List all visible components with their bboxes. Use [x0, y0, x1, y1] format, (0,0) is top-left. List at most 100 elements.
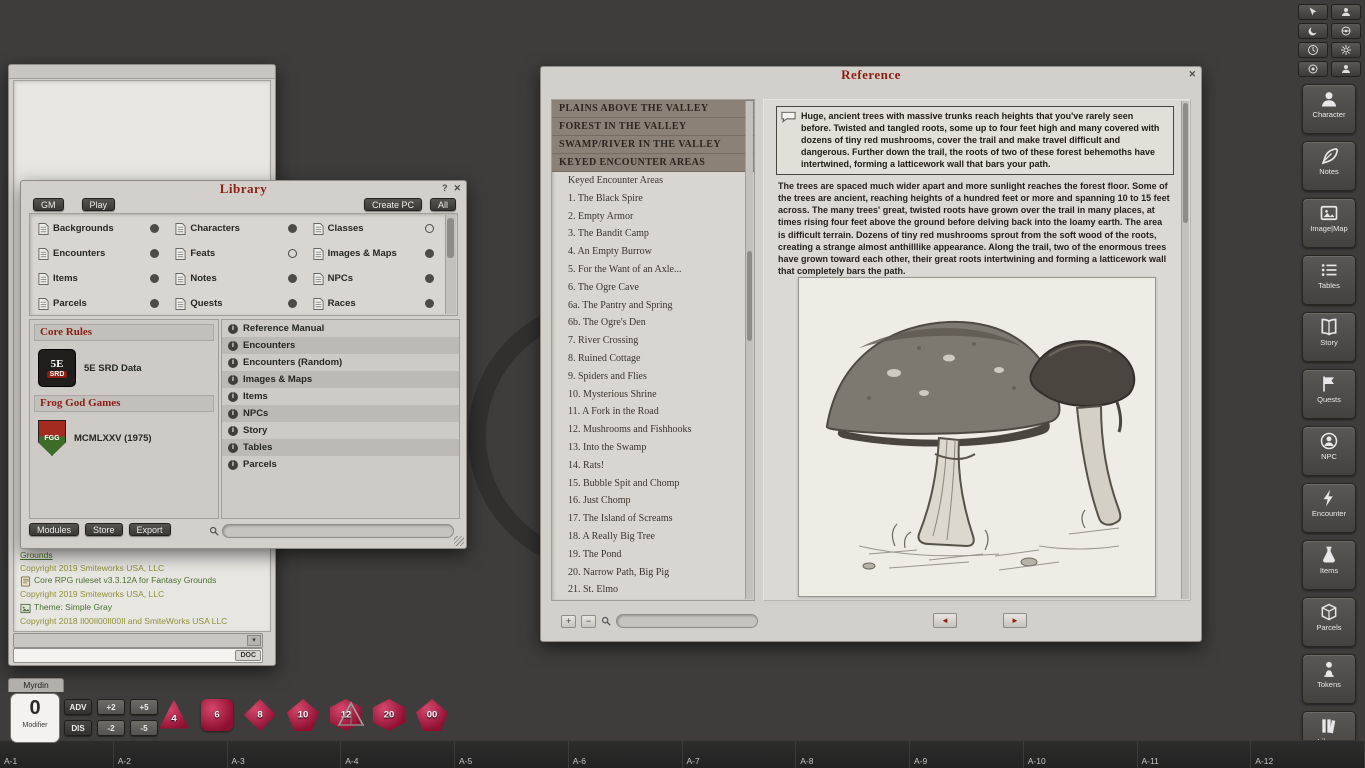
- reference-entry-link[interactable]: 6a. The Pantry and Spring: [552, 297, 754, 315]
- reference-chapter[interactable]: PLAINS ABOVE THE VALLEY: [552, 100, 754, 118]
- options-gear-button[interactable]: [1331, 42, 1361, 58]
- category-radio-dot[interactable]: [288, 299, 297, 308]
- add-character-button[interactable]: [1331, 4, 1361, 20]
- sidebar-parcels-button[interactable]: Parcels: [1302, 597, 1356, 647]
- module-content-row[interactable]: i Reference Manual: [222, 320, 459, 337]
- module-content-row[interactable]: i Images & Maps: [222, 371, 459, 388]
- export-button[interactable]: Export: [129, 523, 171, 536]
- modifier-top-button[interactable]: +5: [130, 699, 158, 715]
- reference-chapter[interactable]: FOREST IN THE VALLEY: [552, 118, 754, 136]
- chat-entry-mode-badge[interactable]: DOC: [235, 650, 261, 661]
- category-parcels[interactable]: Parcels: [32, 291, 169, 316]
- reference-entry-link[interactable]: 2. Empty Armor: [552, 208, 754, 226]
- d100-die[interactable]: 00: [414, 697, 450, 733]
- resize-grip[interactable]: [454, 536, 464, 546]
- next-page-button[interactable]: ►: [1003, 613, 1027, 628]
- modifier-top-button[interactable]: ADV: [64, 699, 92, 715]
- category-images-maps[interactable]: Images & Maps: [307, 241, 444, 266]
- d8-die[interactable]: 8: [242, 697, 278, 733]
- chat-input[interactable]: [16, 649, 220, 662]
- reference-chapter[interactable]: KEYED ENCOUNTER AREAS: [552, 154, 754, 172]
- reference-search-input[interactable]: [617, 620, 758, 632]
- previous-page-button[interactable]: ◄: [933, 613, 957, 628]
- hotkey-slot[interactable]: A-9: [910, 740, 1024, 768]
- hotkey-slot[interactable]: A-5: [455, 740, 569, 768]
- module-mcmlxxv[interactable]: FGG MCMLXXV (1975): [30, 416, 218, 460]
- module-5e-srd[interactable]: 5E SRD 5E SRD Data: [30, 345, 218, 391]
- help-icon[interactable]: ?: [442, 183, 448, 194]
- reference-entry-link[interactable]: 11. A Fork in the Road: [552, 403, 754, 421]
- pointer-tool-button[interactable]: [1298, 4, 1328, 20]
- all-button[interactable]: All: [430, 198, 456, 211]
- reference-entry-link[interactable]: 3. The Bandit Camp: [552, 225, 754, 243]
- reference-entry-link[interactable]: 13. Into the Swamp: [552, 439, 754, 457]
- sidebar-tokens-button[interactable]: Tokens: [1302, 654, 1356, 704]
- category-radio-dot[interactable]: [288, 249, 297, 258]
- category-radio-dot[interactable]: [425, 299, 434, 308]
- modifier-bottom-button[interactable]: -2: [97, 720, 125, 736]
- modules-button[interactable]: Modules: [29, 523, 79, 536]
- reference-entry-link[interactable]: 6b. The Ogre's Den: [552, 314, 754, 332]
- reference-entry-link[interactable]: 21. St. Elmo: [552, 581, 754, 599]
- targeting-button[interactable]: [1298, 61, 1328, 77]
- zoom-in-button[interactable]: +: [561, 615, 576, 628]
- custom-die[interactable]: [336, 700, 366, 730]
- category-items[interactable]: Items: [32, 266, 169, 291]
- hotkey-slot[interactable]: A-3: [228, 740, 342, 768]
- chat-window-titlebar[interactable]: [9, 65, 275, 79]
- modifier-box[interactable]: 0 Modifier: [10, 693, 60, 743]
- sidebar-notes-button[interactable]: Notes: [1302, 141, 1356, 191]
- reference-chapter[interactable]: SWAMP/RIVER IN THE VALLEY: [552, 136, 754, 154]
- module-content-row[interactable]: i Story: [222, 422, 459, 439]
- reference-entry-link[interactable]: 5. For the Want of an Axle...: [552, 261, 754, 279]
- scrollbar-thumb[interactable]: [747, 251, 752, 341]
- create-pc-button[interactable]: Create PC: [364, 198, 422, 211]
- module-content-row[interactable]: i Parcels: [222, 456, 459, 473]
- d20-die[interactable]: 20: [371, 697, 407, 733]
- library-tab-gm[interactable]: GM: [33, 198, 64, 211]
- content-scrollbar[interactable]: [1181, 101, 1189, 599]
- reference-entry-link[interactable]: 8. Ruined Cottage: [552, 350, 754, 368]
- d6-die[interactable]: 6: [199, 697, 235, 733]
- hotkey-slot[interactable]: A-6: [569, 740, 683, 768]
- module-content-row[interactable]: i NPCs: [222, 405, 459, 422]
- sidebar-story-button[interactable]: Story: [1302, 312, 1356, 362]
- clock-button[interactable]: [1298, 42, 1328, 58]
- reference-window-title[interactable]: Reference: [541, 67, 1201, 83]
- category-radio-dot[interactable]: [150, 274, 159, 283]
- category-radio-dot[interactable]: [288, 274, 297, 283]
- sidebar-imagemap-button[interactable]: Image|Map: [1302, 198, 1356, 248]
- sidebar-items-button[interactable]: Items: [1302, 540, 1356, 590]
- lighting-button[interactable]: [1298, 23, 1328, 39]
- reference-entry-link[interactable]: 12. Mushrooms and Fishhooks: [552, 421, 754, 439]
- reference-entry-link[interactable]: 7. River Crossing: [552, 332, 754, 350]
- sidebar-encounter-button[interactable]: Encounter: [1302, 483, 1356, 533]
- token-bag-button[interactable]: [1331, 23, 1361, 39]
- sidebar-character-button[interactable]: Character: [1302, 84, 1356, 134]
- categories-scrollbar[interactable]: [445, 215, 456, 314]
- hotkey-slot[interactable]: A-12: [1251, 740, 1365, 768]
- reference-entry-link[interactable]: 9. Spiders and Flies: [552, 368, 754, 386]
- modifier-bottom-button[interactable]: DIS: [64, 720, 92, 736]
- modifier-bottom-button[interactable]: -5: [130, 720, 158, 736]
- reference-entry-link[interactable]: 1. The Black Spire: [552, 190, 754, 208]
- reference-entry-link[interactable]: 14. Rats!: [552, 457, 754, 475]
- category-radio-dot[interactable]: [288, 224, 297, 233]
- category-radio-dot[interactable]: [425, 249, 434, 258]
- category-characters[interactable]: Characters: [169, 216, 306, 241]
- d4-die[interactable]: 4: [156, 697, 192, 733]
- module-content-row[interactable]: i Tables: [222, 439, 459, 456]
- store-button[interactable]: Store: [85, 523, 123, 536]
- library-window-title[interactable]: Library: [21, 181, 466, 197]
- chevron-down-icon[interactable]: ▾: [247, 635, 261, 646]
- reference-entry-link[interactable]: 4. An Empty Burrow: [552, 243, 754, 261]
- hotkey-slot[interactable]: A-4: [341, 740, 455, 768]
- hotkey-slot[interactable]: A-10: [1024, 740, 1138, 768]
- category-radio-dot[interactable]: [150, 299, 159, 308]
- modifier-top-button[interactable]: +2: [97, 699, 125, 715]
- reference-entry-link[interactable]: 15. Bubble Spit and Chomp: [552, 475, 754, 493]
- category-notes[interactable]: Notes: [169, 266, 306, 291]
- category-npcs[interactable]: NPCs: [307, 266, 444, 291]
- hotkey-slot[interactable]: A-11: [1138, 740, 1252, 768]
- reference-entry-link[interactable]: Keyed Encounter Areas: [552, 172, 754, 190]
